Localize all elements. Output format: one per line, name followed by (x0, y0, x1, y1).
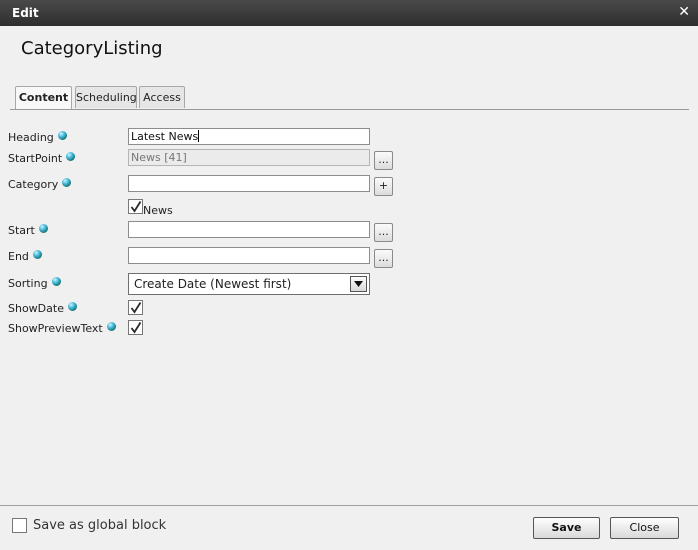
heading-label-text: Heading (8, 131, 54, 144)
globe-icon (67, 302, 77, 311)
sorting-select[interactable]: Create Date (Newest first) (128, 273, 370, 295)
category-news-label: News (143, 204, 173, 217)
showdate-checkbox[interactable] (128, 300, 143, 315)
checkmark-icon (130, 322, 142, 334)
globe-icon (66, 152, 76, 161)
footer-divider (0, 505, 698, 506)
heading-value: Latest News (131, 130, 199, 143)
showdate-label-text: ShowDate (8, 302, 64, 315)
text-caret (198, 130, 200, 142)
showpreviewtext-label: ShowPreviewText (8, 322, 116, 335)
start-label: Start (8, 224, 48, 237)
startpoint-label: StartPoint (8, 152, 76, 165)
tab-scheduling[interactable]: Scheduling (75, 86, 137, 108)
sorting-value: Create Date (Newest first) (134, 277, 292, 291)
category-add-button[interactable]: + (374, 177, 393, 196)
checkmark-icon (130, 201, 142, 213)
dialog-title: Edit (12, 6, 39, 20)
start-label-text: Start (8, 224, 35, 237)
end-label: End (8, 250, 42, 263)
triangle-down-icon (354, 281, 363, 287)
heading-label: Heading (8, 131, 67, 144)
globe-icon (51, 277, 61, 286)
globe-icon (106, 322, 116, 331)
globe-icon (62, 178, 72, 187)
end-browse-button[interactable]: ... (374, 249, 393, 268)
block-name-heading: CategoryListing (21, 38, 163, 59)
tab-divider (10, 109, 689, 110)
start-browse-button[interactable]: ... (374, 223, 393, 242)
sorting-label: Sorting (8, 277, 61, 290)
dropdown-arrow[interactable] (350, 276, 367, 292)
tab-access[interactable]: Access (139, 86, 185, 108)
tab-content[interactable]: Content (15, 86, 72, 110)
showpreviewtext-checkbox[interactable] (128, 320, 143, 335)
heading-input[interactable]: Latest News (128, 128, 370, 145)
globe-icon (57, 131, 67, 140)
startpoint-browse-button[interactable]: ... (374, 151, 393, 170)
global-block-label: Save as global block (33, 518, 167, 533)
startpoint-input: News [41] (128, 149, 370, 166)
dialog-titlebar: Edit ✕ (0, 0, 698, 26)
sorting-label-text: Sorting (8, 277, 48, 290)
end-label-text: End (8, 250, 29, 263)
category-label-text: Category (8, 178, 59, 191)
checkmark-icon (130, 302, 142, 314)
global-block-checkbox[interactable] (12, 518, 27, 533)
globe-icon (38, 224, 48, 233)
close-button[interactable]: Close (610, 517, 679, 539)
category-input[interactable] (128, 175, 370, 192)
category-label: Category (8, 178, 72, 191)
save-button[interactable]: Save (533, 517, 600, 539)
showpreviewtext-label-text: ShowPreviewText (8, 322, 103, 335)
category-news-checkbox[interactable] (128, 199, 143, 214)
showdate-label: ShowDate (8, 302, 77, 315)
start-input[interactable] (128, 221, 370, 238)
startpoint-label-text: StartPoint (8, 152, 63, 165)
close-icon[interactable]: ✕ (678, 4, 690, 20)
end-input[interactable] (128, 247, 370, 264)
globe-icon (32, 250, 42, 259)
